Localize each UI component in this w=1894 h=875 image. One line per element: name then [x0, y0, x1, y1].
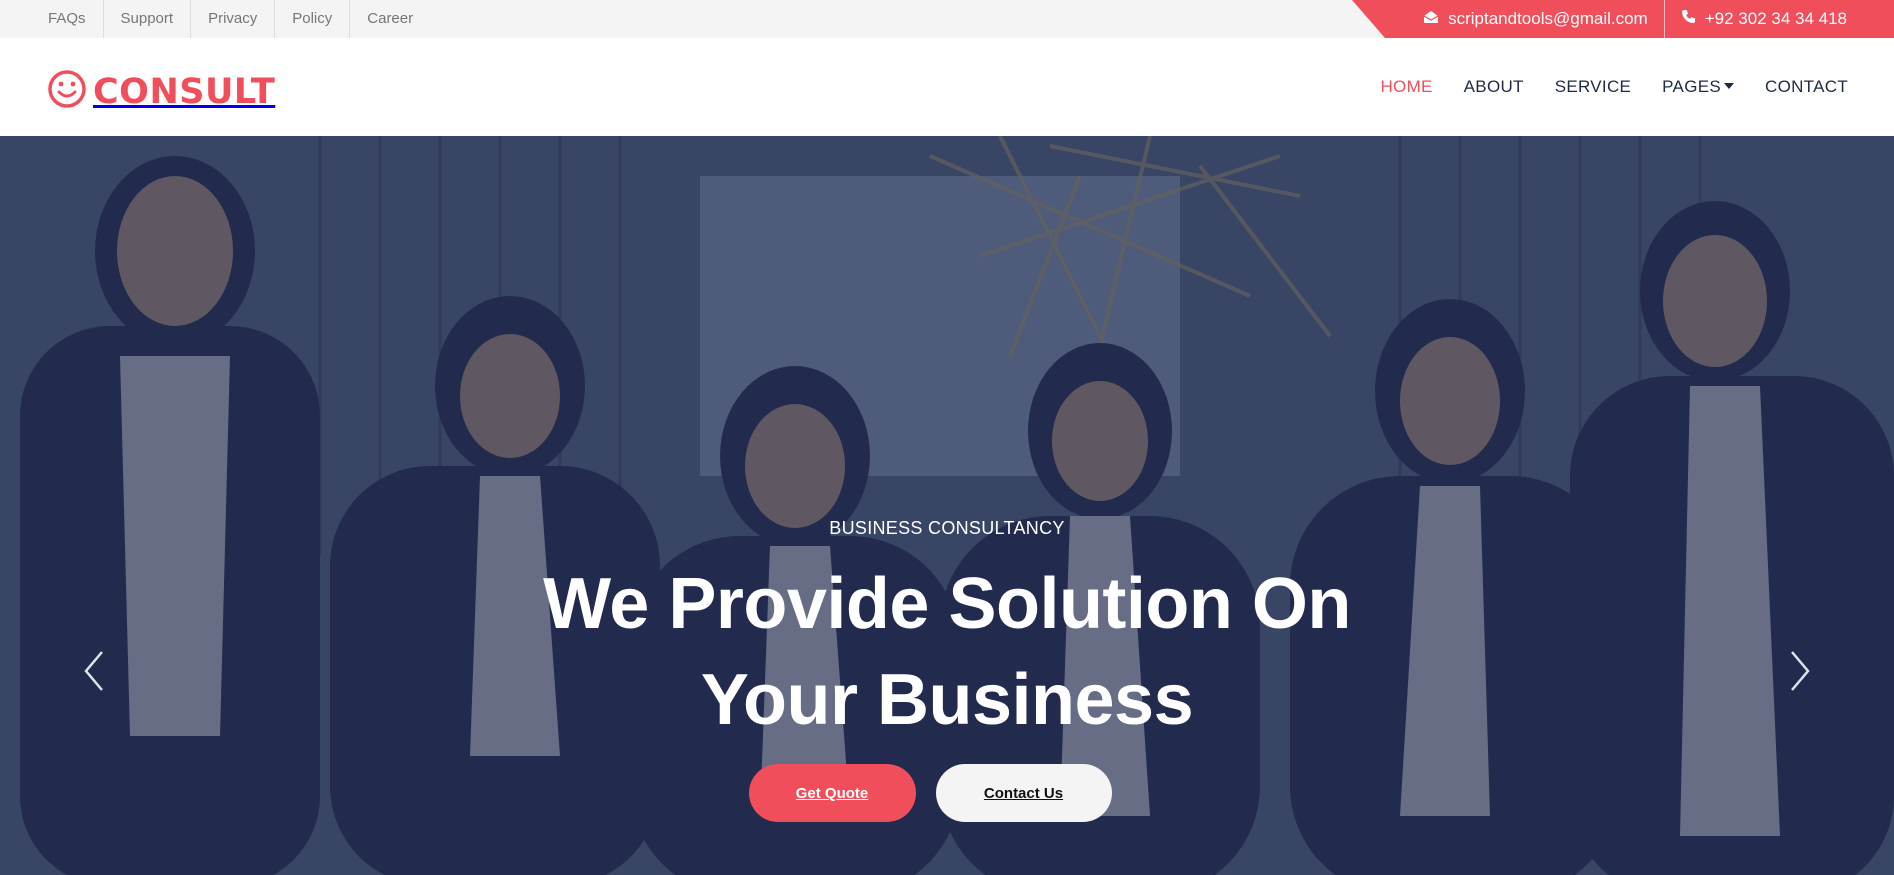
nav-item-home[interactable]: HOME — [1380, 77, 1432, 97]
email-text: scriptandtools@gmail.com — [1448, 9, 1648, 28]
top-link-policy[interactable]: Policy — [275, 0, 351, 38]
carousel-prev-button[interactable] — [80, 646, 110, 696]
nav-item-about[interactable]: ABOUT — [1464, 77, 1524, 97]
top-link-faqs[interactable]: FAQs — [32, 0, 104, 38]
main-menu: HOME ABOUT SERVICE PAGES CONTACT — [1349, 38, 1848, 136]
phone-icon — [1681, 9, 1705, 29]
get-quote-button[interactable]: Get Quote — [748, 764, 916, 822]
top-link-privacy[interactable]: Privacy — [191, 0, 276, 38]
nav-item-contact[interactable]: CONTACT — [1765, 77, 1848, 97]
hero-eyebrow: BUSINESS CONSULTANCY — [829, 518, 1065, 538]
hero-caption: BUSINESS CONSULTANCY We Provide Solution… — [0, 136, 1894, 875]
top-link-support[interactable]: Support — [104, 0, 192, 38]
top-bar: FAQs Support Privacy Policy Career scrip… — [0, 0, 1894, 38]
nav-item-pages[interactable]: PAGES — [1662, 77, 1734, 97]
hero-headline: We Provide Solution On Your Business — [0, 556, 1894, 748]
chevron-right-icon — [1791, 651, 1810, 691]
email-contact[interactable]: scriptandtools@gmail.com — [1407, 0, 1665, 38]
hero-headline-line-2: Your Business — [700, 660, 1194, 740]
top-link-career[interactable]: Career — [350, 0, 430, 38]
contact-bar: scriptandtools@gmail.com +92 302 34 34 4… — [1352, 0, 1894, 38]
phone-text: +92 302 34 34 418 — [1704, 9, 1847, 28]
caret-down-icon — [1724, 82, 1734, 89]
brand-name: CONSULT — [93, 71, 276, 112]
chevron-left-icon — [84, 651, 103, 691]
carousel-next-button[interactable] — [1784, 646, 1814, 696]
top-links: FAQs Support Privacy Policy Career — [32, 0, 430, 38]
main-navbar: CONSULT HOME ABOUT SERVICE PAGES CONTACT — [0, 38, 1894, 136]
hero-carousel: BUSINESS CONSULTANCY We Provide Solution… — [0, 136, 1894, 875]
smiley-icon — [47, 69, 87, 114]
hero-buttons: Get Quote Contact Us — [0, 764, 1894, 822]
envelope-open-icon — [1423, 9, 1448, 29]
contact-us-button[interactable]: Contact Us — [935, 764, 1112, 822]
hero-headline-line-1: We Provide Solution On — [543, 564, 1351, 644]
phone-contact[interactable]: +92 302 34 34 418 — [1665, 0, 1894, 38]
nav-item-service[interactable]: SERVICE — [1555, 77, 1631, 97]
brand-logo[interactable]: CONSULT — [47, 69, 275, 114]
nav-item-pages-label: PAGES — [1662, 77, 1721, 96]
